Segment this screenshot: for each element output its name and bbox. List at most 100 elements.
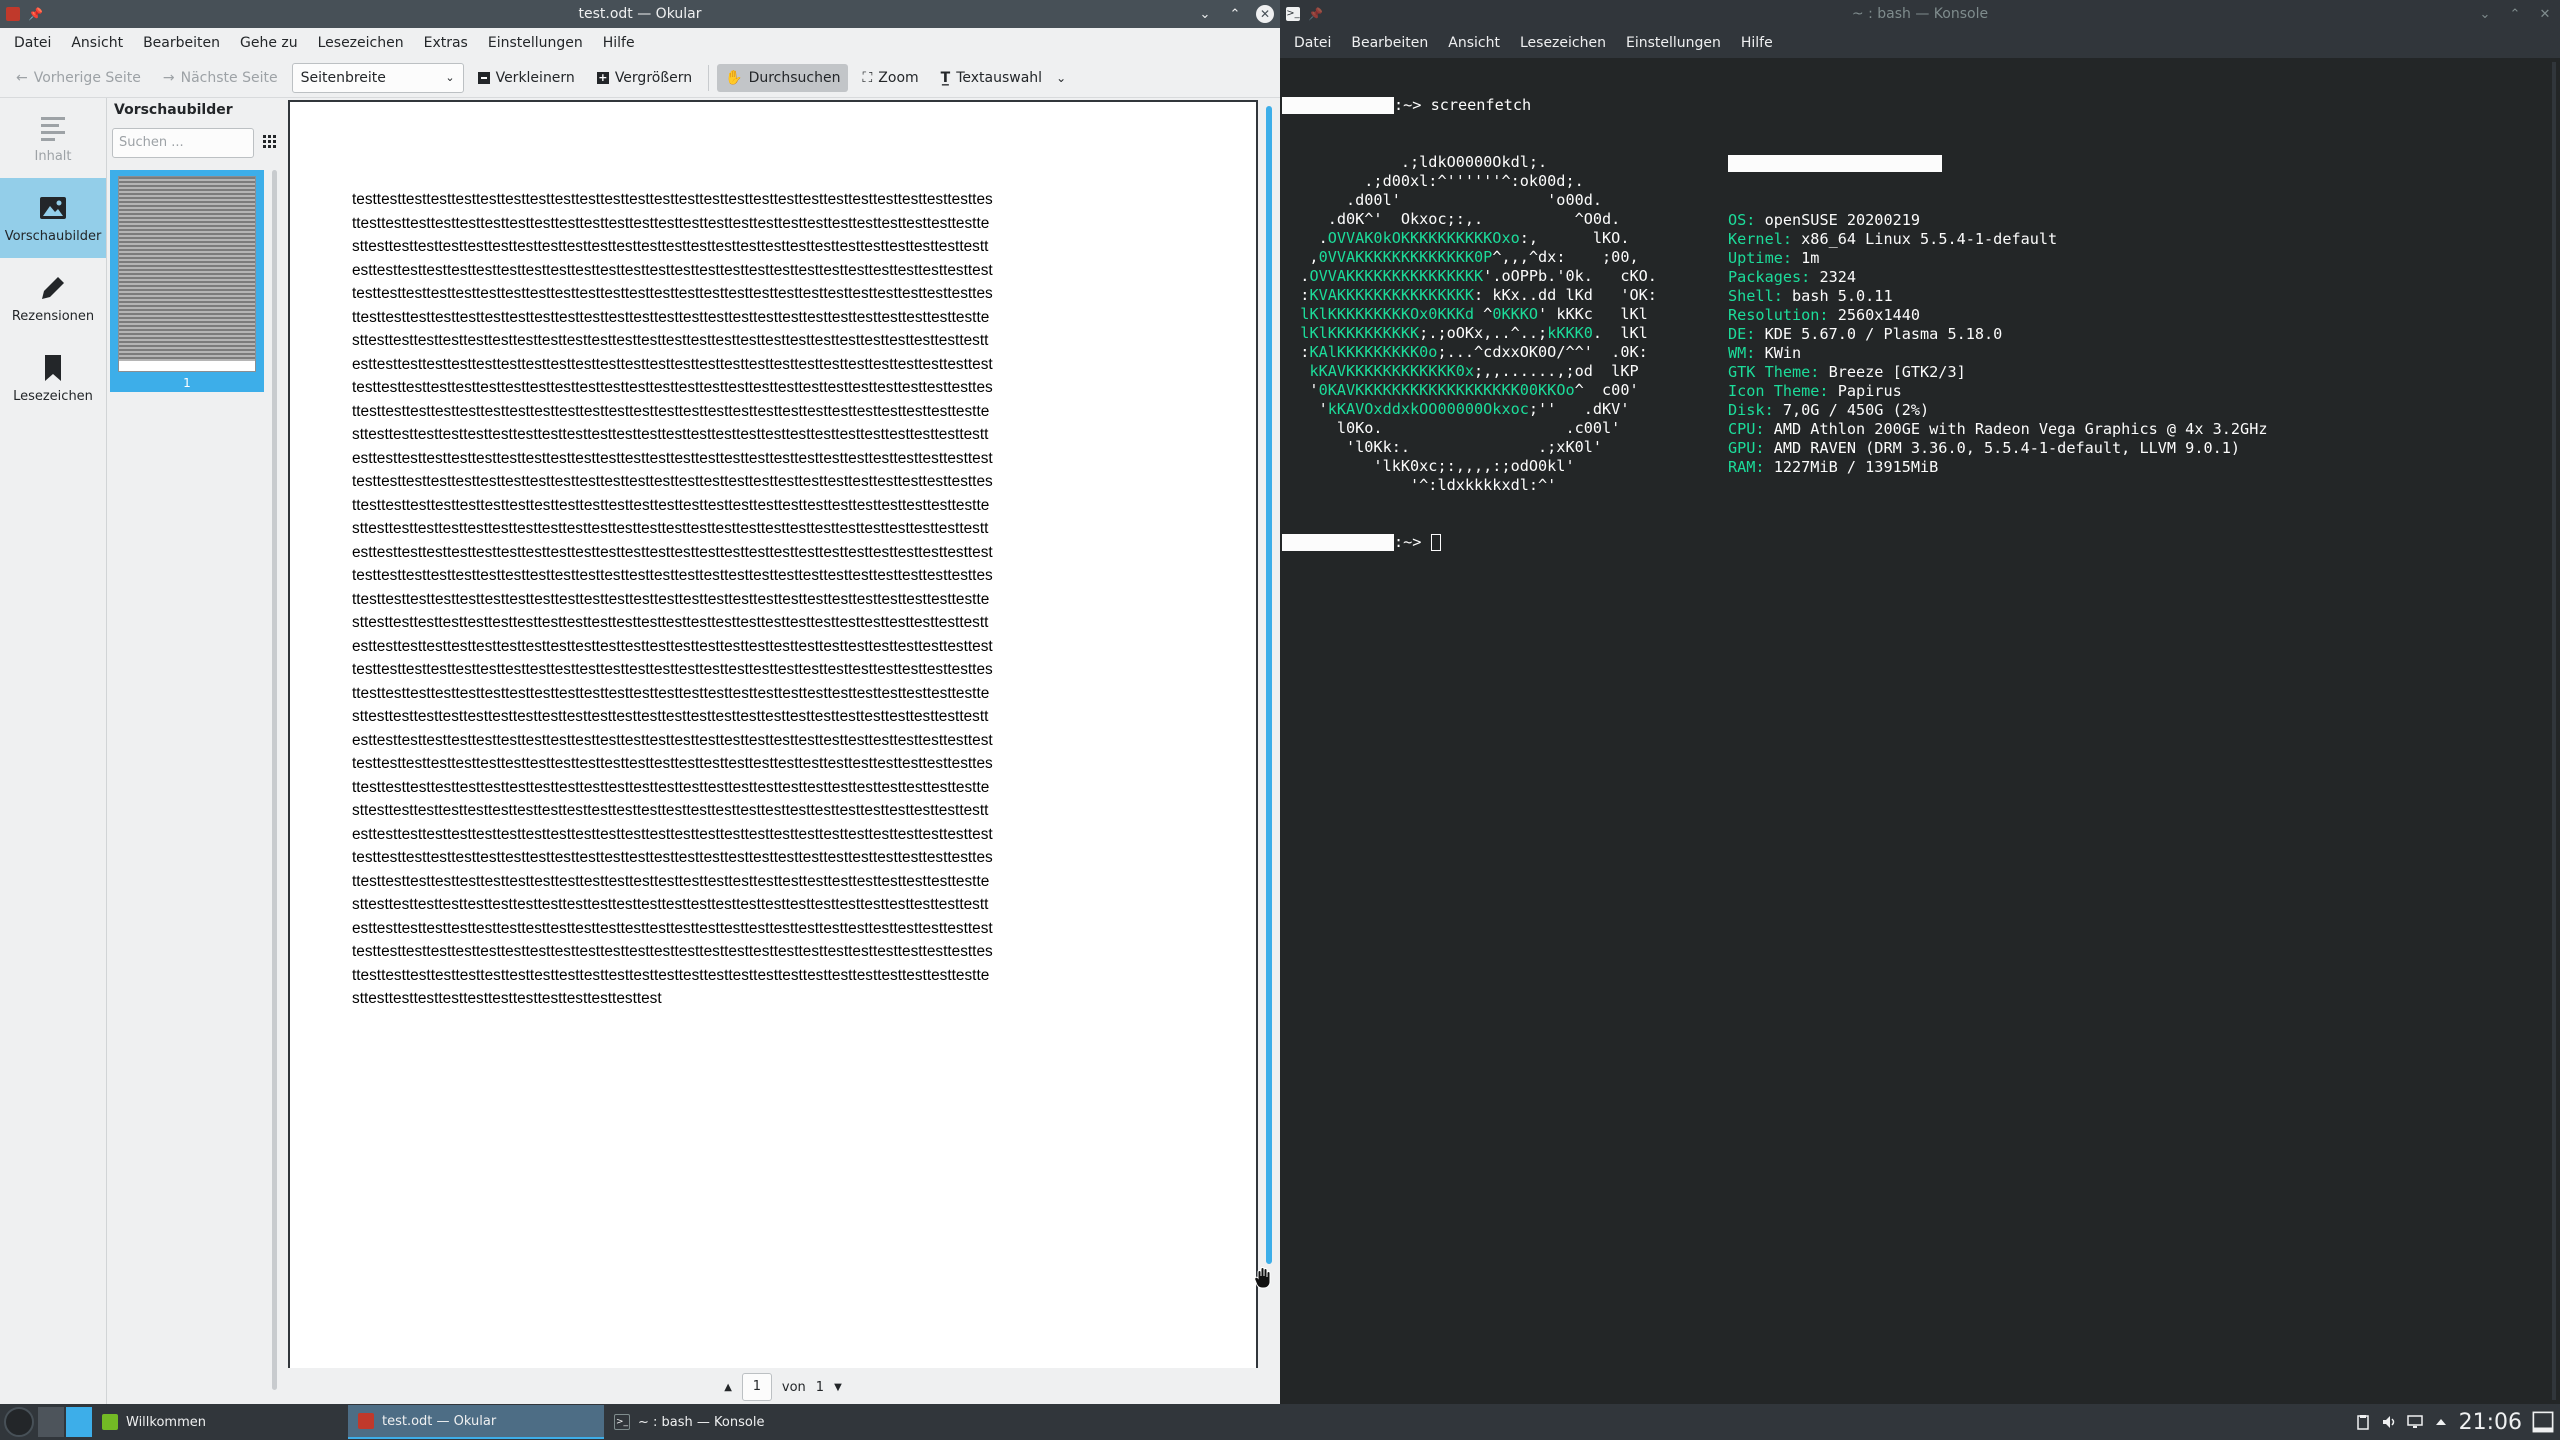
toolbar-separator (708, 64, 710, 91)
document-line: sttesttesttesttesttesttesttesttesttestte… (352, 614, 989, 631)
maximize-icon[interactable]: ⌃ (1226, 5, 1244, 23)
volume-icon[interactable] (2381, 1414, 2397, 1430)
info-key: Kernel: (1728, 230, 1793, 248)
menu-hilfe[interactable]: Hilfe (1731, 35, 1783, 51)
pencil-icon (42, 276, 64, 299)
desktop-pager[interactable] (38, 1407, 92, 1437)
zoom-frame-icon: ⛶ (862, 69, 873, 86)
window-title: ~ : bash — Konsole (1851, 6, 1989, 22)
text-cursor-icon: T̲ (940, 69, 951, 86)
chevron-down-icon: ⌄ (445, 71, 455, 84)
info-value: x86_64 Linux 5.5.4-1-default (1792, 230, 2058, 248)
terminal-output[interactable]: :~> screenfetch .;ldkO0000Okdl;. .;d00xl… (1280, 58, 2550, 1404)
filter-grid-icon[interactable] (262, 134, 278, 150)
okular-app-icon (358, 1413, 374, 1429)
konsole-titlebar[interactable]: >_ 📌 ~ : bash — Konsole ⌄ ⌃ ✕ (1280, 0, 2560, 28)
window-title: test.odt — Okular (578, 6, 702, 22)
thumbnails-scrollbar[interactable] (272, 170, 277, 1390)
application-launcher-icon[interactable] (4, 1407, 34, 1437)
menu-ansicht[interactable]: Ansicht (61, 35, 133, 51)
zoom-in-icon: + (596, 70, 609, 84)
document-line: sttesttesttesttesttesttesttesttesttestte… (352, 896, 989, 913)
pager-desktop-2[interactable] (66, 1407, 92, 1437)
clipboard-icon[interactable] (2355, 1414, 2371, 1430)
sidebar-tab-inhalt[interactable]: Inhalt (0, 98, 106, 178)
info-line: Uptime: 1m (1728, 249, 2267, 268)
task-konsole[interactable]: >_ ~ : bash — Konsole (604, 1405, 860, 1439)
menu-lesezeichen[interactable]: Lesezeichen (1510, 35, 1616, 51)
info-key: DE: (1728, 325, 1756, 343)
info-key: CPU: (1728, 420, 1765, 438)
page-thumbnail[interactable]: 1 (110, 170, 264, 392)
page-up-icon[interactable]: ▲ (724, 1382, 732, 1393)
menu-einstellungen[interactable]: Einstellungen (1616, 35, 1731, 51)
document-scrollbar[interactable] (1266, 106, 1272, 1264)
close-icon[interactable]: ✕ (2536, 5, 2554, 23)
info-key: OS: (1728, 211, 1756, 229)
document-line: ttesttesttesttesttesttesttesttesttesttes… (352, 684, 990, 702)
okular-titlebar[interactable]: 📌 test.odt — Okular ⌄ ⌃ ✕ (0, 0, 1280, 28)
document-line: ttesttesttesttesttesttesttesttesttesttes… (352, 402, 990, 420)
menu-datei[interactable]: Datei (1284, 35, 1341, 51)
document-line: sttesttesttesttesttesttesttesttesttestte… (352, 990, 662, 1007)
maximize-icon[interactable]: ⌃ (2506, 5, 2524, 23)
info-key: Disk: (1728, 401, 1774, 419)
pin-icon[interactable]: 📌 (1308, 7, 1323, 21)
info-value: 7,0G / 450G (2%) (1773, 401, 1930, 419)
pin-icon[interactable]: 📌 (28, 7, 43, 21)
document-page[interactable]: testtesttesttesttesttesttesttesttesttest… (288, 100, 1258, 1368)
menu-bearbeiten[interactable]: Bearbeiten (1341, 35, 1438, 51)
menu-hilfe[interactable]: Hilfe (593, 35, 645, 51)
text-select-button[interactable]: T̲ Textauswahl (933, 64, 1050, 92)
zoom-mode-select[interactable]: Seitenbreite ⌄ (291, 62, 464, 93)
document-line: ttesttesttesttesttesttesttesttesttesttes… (352, 872, 990, 890)
task-okular[interactable]: test.odt — Okular (348, 1405, 604, 1439)
prev-page-button[interactable]: ← Vorherige Seite (8, 64, 149, 92)
pager-desktop-1[interactable] (38, 1407, 64, 1437)
menu-gehe-zu[interactable]: Gehe zu (230, 35, 308, 51)
document-view[interactable]: testtesttesttesttesttesttesttesttesttest… (286, 98, 1280, 1369)
page-navigation-bar: ▲ 1 von 1 ▼ (286, 1370, 1280, 1404)
arrow-right-icon: → (162, 69, 175, 86)
info-value: 2324 (1810, 268, 1857, 286)
info-line: GTK Theme: Breeze [GTK2/3] (1728, 363, 2267, 382)
document-line: testtesttesttesttesttesttesttesttesttest… (352, 191, 993, 208)
zoom-tool-button[interactable]: ⛶ Zoom (854, 64, 926, 92)
zoom-in-button[interactable]: + Vergrößern (589, 64, 700, 92)
hand-icon: ✋ (725, 69, 743, 86)
network-icon[interactable] (2406, 1414, 2423, 1430)
okular-window: 📌 test.odt — Okular ⌄ ⌃ ✕ Datei Ansicht … (0, 0, 1280, 1404)
thumbnail-search-input[interactable]: Suchen ... (112, 128, 254, 158)
sidebar-tab-vorschaubilder[interactable]: Vorschaubilder (0, 178, 106, 258)
konsole-app-icon[interactable]: >_ (1286, 7, 1300, 21)
info-key: RAM: (1728, 458, 1765, 476)
minimize-icon[interactable]: ⌄ (2476, 5, 2494, 23)
close-icon[interactable]: ✕ (1256, 5, 1274, 23)
show-desktop-icon[interactable] (2532, 1411, 2554, 1433)
menu-einstellungen[interactable]: Einstellungen (478, 35, 593, 51)
toolbar-overflow-chevron-icon[interactable]: ⌄ (1056, 71, 1066, 85)
zoom-out-icon (477, 71, 490, 84)
document-line: testtesttesttesttesttesttesttesttesttest… (352, 285, 993, 302)
menu-extras[interactable]: Extras (414, 35, 478, 51)
page-number-input[interactable]: 1 (741, 1373, 772, 1401)
task-willkommen[interactable]: Willkommen (92, 1405, 348, 1439)
minimize-icon[interactable]: ⌄ (1196, 5, 1214, 23)
menu-ansicht[interactable]: Ansicht (1438, 35, 1510, 51)
browse-tool-button[interactable]: ✋ Durchsuchen (717, 63, 849, 92)
sidebar-tab-lesezeichen[interactable]: Lesezeichen (0, 338, 106, 418)
info-key: Uptime: (1728, 249, 1793, 267)
zoom-out-button[interactable]: Verkleinern (470, 64, 583, 92)
terminal-scrollbar[interactable] (2552, 62, 2556, 1400)
sidebar-tabs: Inhalt Vorschaubilder Rezensionen Leseze… (0, 98, 107, 1404)
menu-bearbeiten[interactable]: Bearbeiten (133, 35, 230, 51)
menu-lesezeichen[interactable]: Lesezeichen (308, 35, 414, 51)
sidebar-tab-rezensionen[interactable]: Rezensionen (0, 258, 106, 338)
okular-app-icon[interactable] (6, 7, 20, 21)
page-down-icon[interactable]: ▼ (834, 1382, 842, 1393)
tray-expand-icon[interactable] (2433, 1414, 2449, 1430)
menu-datei[interactable]: Datei (4, 35, 61, 51)
clock[interactable]: 21:06 (2459, 1410, 2522, 1435)
next-page-button[interactable]: → Nächste Seite (155, 64, 286, 92)
info-line: CPU: AMD Athlon 200GE with Radeon Vega G… (1728, 420, 2267, 439)
